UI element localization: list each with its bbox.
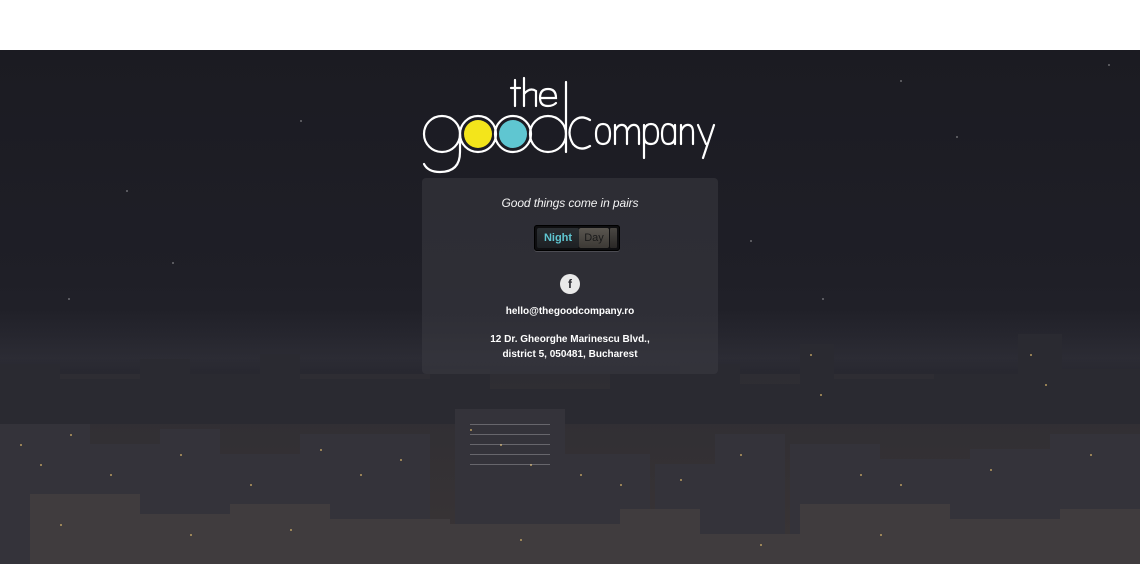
address-line-1: 12 Dr. Gheorghe Marinescu Blvd., [490,334,650,345]
address-line-2: district 5, 050481, Bucharest [502,349,638,360]
top-white-band [0,0,1140,50]
night-day-toggle[interactable]: Night Day [534,225,620,251]
toggle-handle [610,228,617,248]
address: 12 Dr. Gheorghe Marinescu Blvd., distric… [422,332,718,362]
facebook-icon[interactable]: f [560,274,580,294]
toggle-day-option[interactable]: Day [579,228,609,248]
hero-night-background: Good things come in pairs Night Day f he… [0,50,1140,564]
the-good-company-logo [422,76,716,174]
contact-panel: Good things come in pairs Night Day f he… [422,178,718,374]
toggle-night-option[interactable]: Night [537,228,579,248]
tagline: Good things come in pairs [501,196,639,210]
email-link[interactable]: hello@thegoodcompany.ro [422,306,718,317]
